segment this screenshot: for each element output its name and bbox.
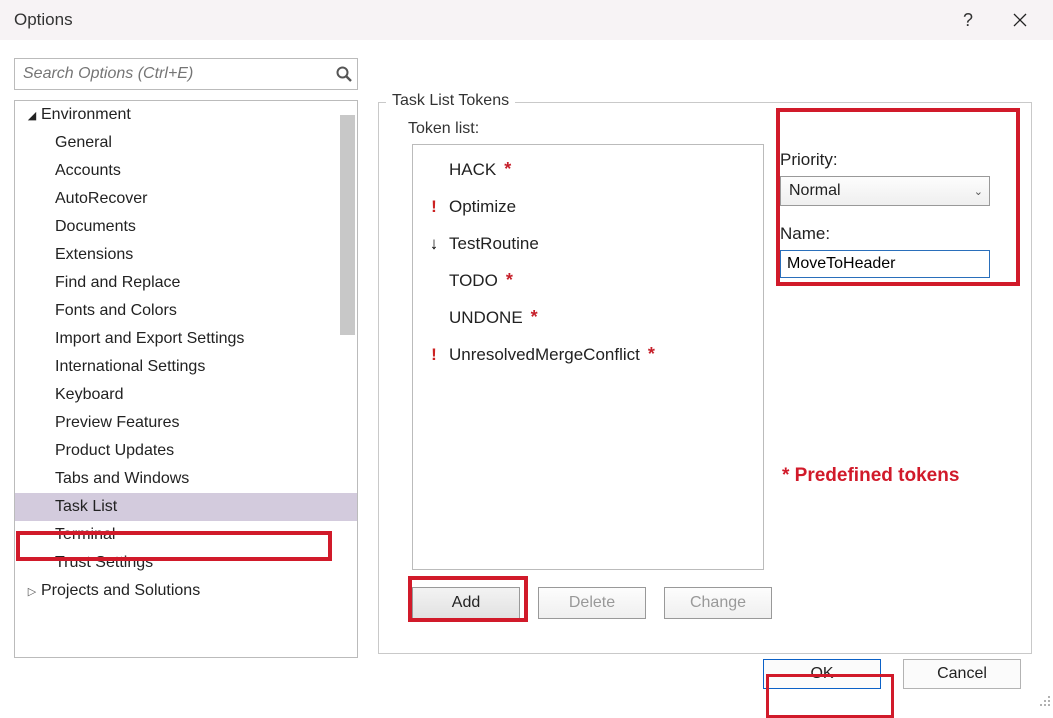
priority-glyph: ! <box>427 345 441 365</box>
tree-item[interactable]: Extensions <box>15 241 357 269</box>
tree-item-label: Import and Export Settings <box>55 330 244 348</box>
window-controls: ? <box>953 5 1053 35</box>
tree-item[interactable]: Preview Features <box>15 409 357 437</box>
token-row[interactable]: TODO * <box>413 262 763 299</box>
collapse-icon: ◢ <box>25 109 39 122</box>
tree-item[interactable]: AutoRecover <box>15 185 357 213</box>
tree-item-label: Documents <box>55 218 136 236</box>
options-tree[interactable]: ◢Environment General Accounts AutoRecover Do… <box>14 100 358 658</box>
priority-glyph: ! <box>427 197 441 217</box>
token-name: Optimize <box>449 197 516 217</box>
tree-item-label: Environment <box>41 106 131 124</box>
change-button[interactable]: Change <box>664 587 772 619</box>
priority-select[interactable]: Normal ⌄ <box>780 176 990 206</box>
tree-item-label: Preview Features <box>55 414 180 432</box>
tree-item-label: Find and Replace <box>55 274 180 292</box>
name-input[interactable] <box>780 250 990 278</box>
tree-item[interactable]: Find and Replace <box>15 269 357 297</box>
tokenlist-label: Token list: <box>408 120 479 138</box>
tree-item-label: Projects and Solutions <box>41 582 200 600</box>
tree-item-label: Task List <box>55 498 117 516</box>
name-label: Name: <box>780 224 1018 244</box>
window-title: Options <box>14 10 73 30</box>
tree-item[interactable]: Task List <box>15 493 357 521</box>
titlebar: Options ? <box>0 0 1053 40</box>
tree-scrollbar[interactable] <box>340 115 355 335</box>
token-row[interactable]: HACK * <box>413 151 763 188</box>
tree-item-label: International Settings <box>55 358 205 376</box>
dialog-buttons: OK Cancel <box>763 659 1021 689</box>
predefined-marker: * <box>531 307 538 328</box>
token-name: HACK <box>449 160 496 180</box>
token-buttons-row: Add Delete Change <box>412 587 772 619</box>
tree-item-label: Tabs and Windows <box>55 470 189 488</box>
token-name: TestRoutine <box>449 234 539 254</box>
token-row[interactable]: ! UnresolvedMergeConflict * <box>413 336 763 373</box>
tree-item[interactable]: Fonts and Colors <box>15 297 357 325</box>
token-properties-panel: Priority: Normal ⌄ Name: <box>780 150 1018 278</box>
resize-grip[interactable] <box>1037 693 1051 707</box>
tree-item[interactable]: Import and Export Settings <box>15 325 357 353</box>
search-icon <box>331 65 357 83</box>
token-listbox[interactable]: HACK *!Optimize↓TestRoutineTODO *UNDONE … <box>412 144 764 570</box>
expand-icon: ▷ <box>25 585 39 598</box>
priority-value: Normal <box>789 182 841 200</box>
tree-item-label: Product Updates <box>55 442 174 460</box>
tree-item[interactable]: Keyboard <box>15 381 357 409</box>
tree-item-label: General <box>55 134 112 152</box>
tree-item[interactable]: Terminal <box>15 521 357 549</box>
tree-item[interactable]: Accounts <box>15 157 357 185</box>
tree-category[interactable]: ◢Environment <box>15 101 357 129</box>
tree-item[interactable]: Product Updates <box>15 437 357 465</box>
add-button[interactable]: Add <box>412 587 520 619</box>
tree-item-label: Terminal <box>55 526 115 544</box>
tree-item-label: Keyboard <box>55 386 124 404</box>
tree-category[interactable]: ▷Projects and Solutions <box>15 577 357 605</box>
token-row[interactable]: ↓ TestRoutine <box>413 225 763 262</box>
predefined-marker: * <box>504 159 511 180</box>
tree-item-label: Fonts and Colors <box>55 302 177 320</box>
tree-item-label: Trust Settings <box>55 554 153 572</box>
cancel-button[interactable]: Cancel <box>903 659 1021 689</box>
token-name: UnresolvedMergeConflict <box>449 345 640 365</box>
token-name: UNDONE <box>449 308 523 328</box>
token-name: TODO <box>449 271 498 291</box>
priority-glyph: ↓ <box>427 234 441 254</box>
predefined-marker: * <box>506 270 513 291</box>
tree-item[interactable]: International Settings <box>15 353 357 381</box>
tree-item-label: Extensions <box>55 246 133 264</box>
tree-item-label: AutoRecover <box>55 190 148 208</box>
delete-button[interactable]: Delete <box>538 587 646 619</box>
content-area: ◢Environment General Accounts AutoRecover Do… <box>0 40 1053 709</box>
close-button[interactable] <box>1005 5 1035 35</box>
tree-item[interactable]: Tabs and Windows <box>15 465 357 493</box>
search-box[interactable] <box>14 58 358 90</box>
tree-item-label: Accounts <box>55 162 121 180</box>
tree-item[interactable]: General <box>15 129 357 157</box>
group-title: Task List Tokens <box>386 92 515 110</box>
ok-button[interactable]: OK <box>763 659 881 689</box>
predefined-tokens-annotation: * Predefined tokens <box>782 465 959 487</box>
tree-item[interactable]: Trust Settings <box>15 549 357 577</box>
priority-label: Priority: <box>780 150 1018 170</box>
chevron-down-icon: ⌄ <box>974 185 983 198</box>
close-icon <box>1012 12 1028 28</box>
tree-item[interactable]: Documents <box>15 213 357 241</box>
predefined-marker: * <box>648 344 655 365</box>
token-row[interactable]: ! Optimize <box>413 188 763 225</box>
token-row[interactable]: UNDONE * <box>413 299 763 336</box>
help-button[interactable]: ? <box>953 5 983 35</box>
search-input[interactable] <box>15 59 331 89</box>
